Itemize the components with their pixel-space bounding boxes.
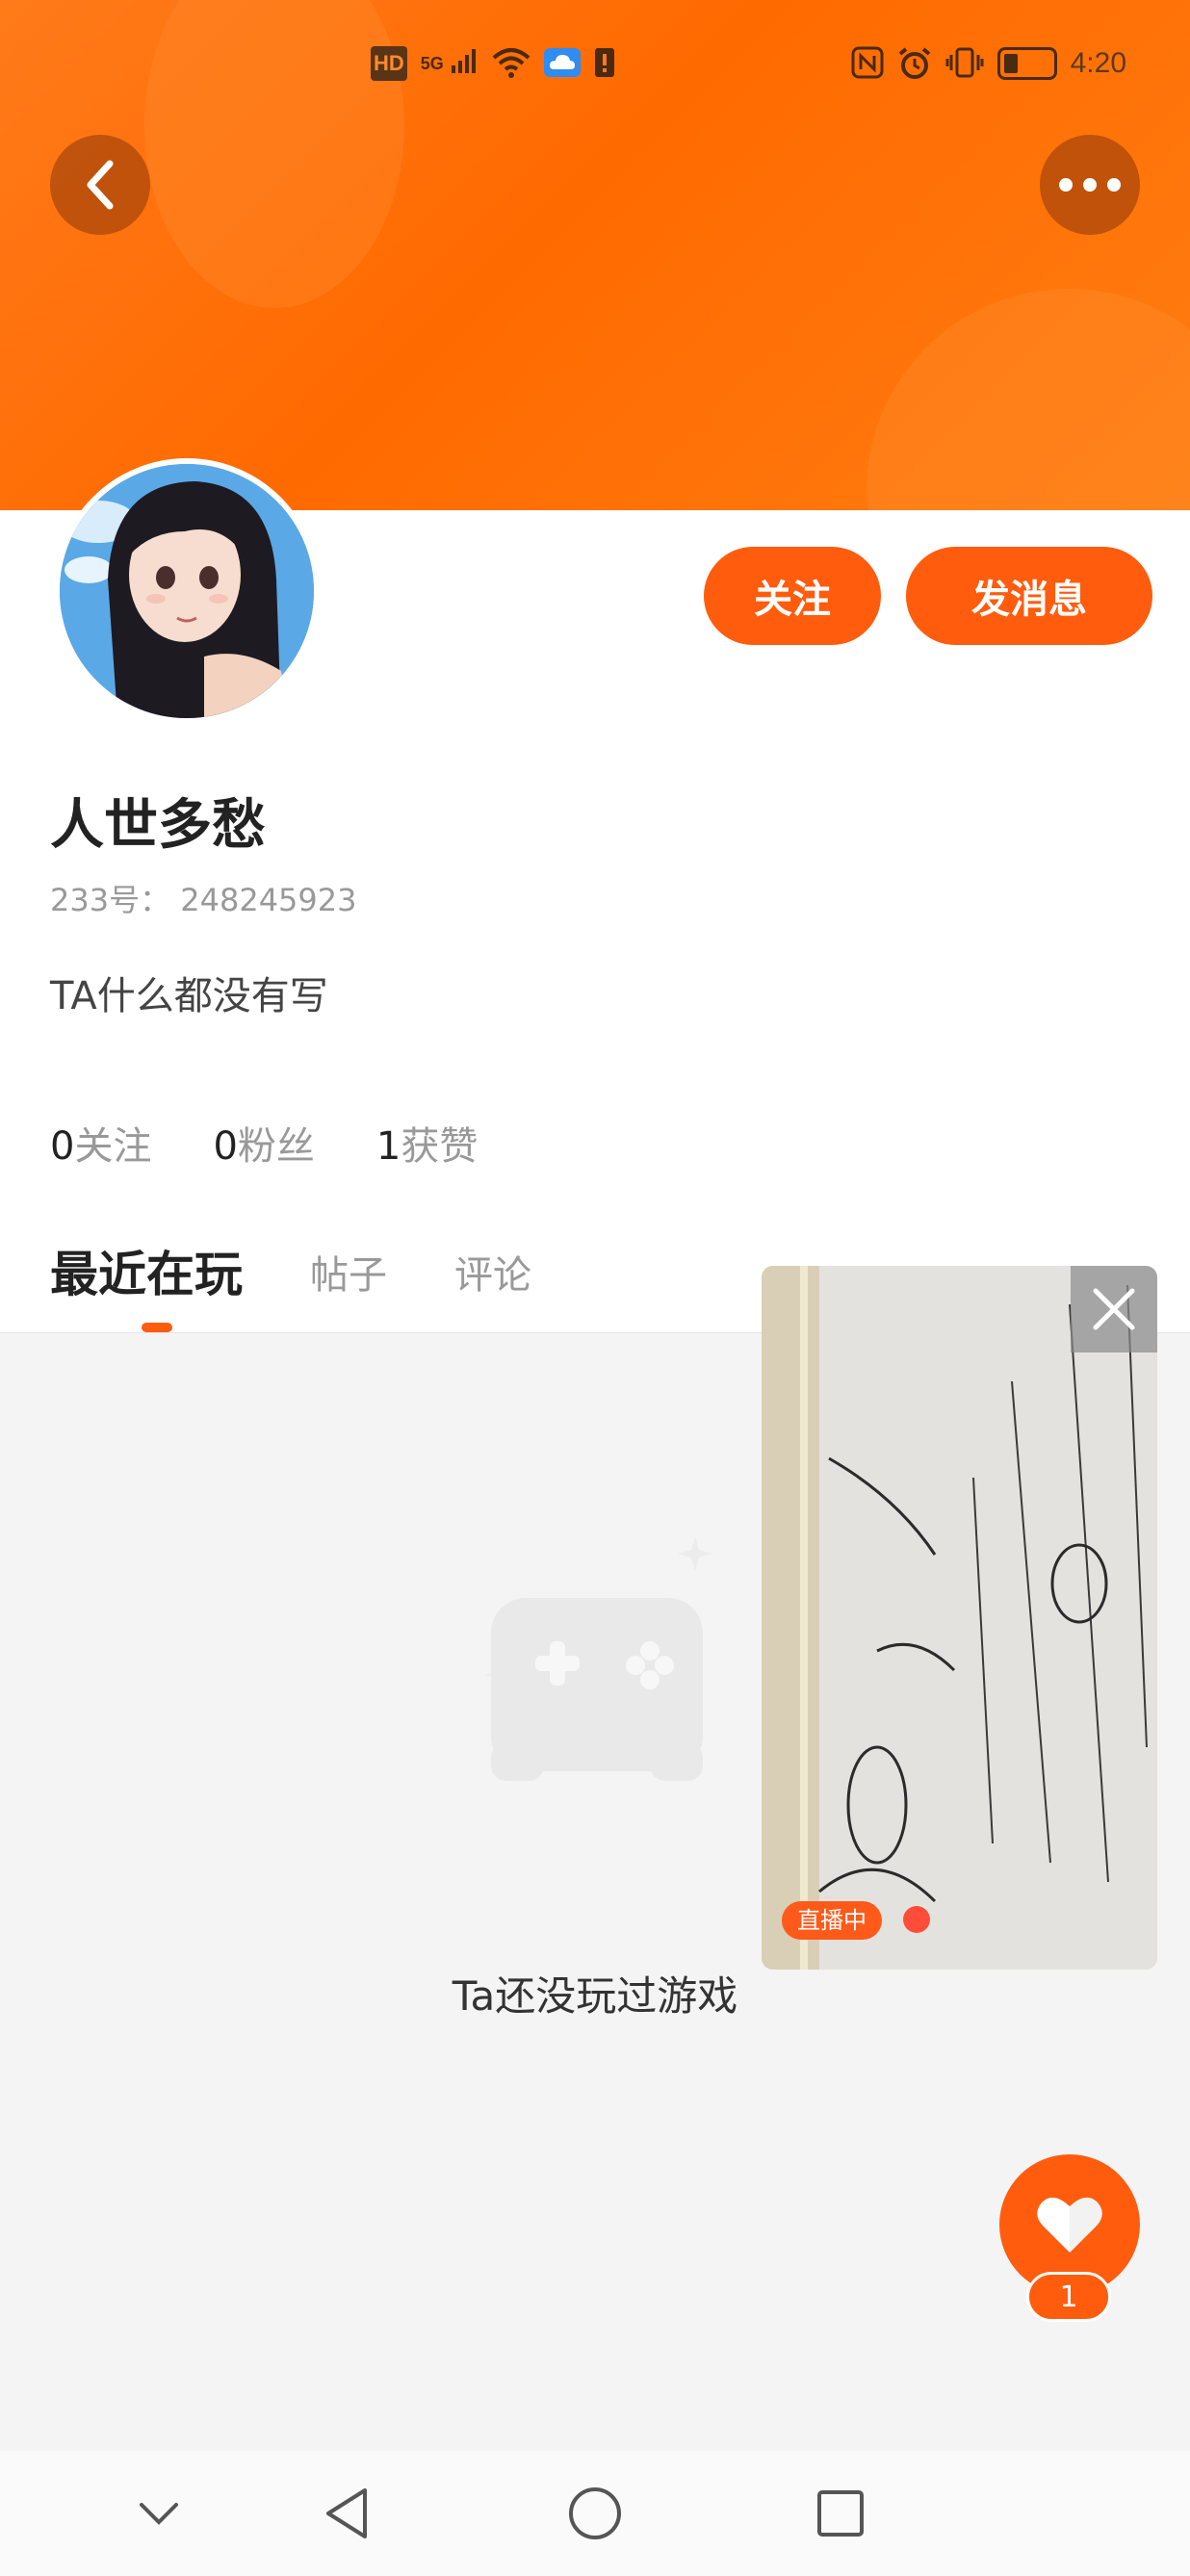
live-stream-window[interactable] <box>762 1266 1157 1970</box>
nfc-icon <box>851 46 884 81</box>
close-live-window-button[interactable] <box>1071 1266 1157 1352</box>
collapse-down-icon <box>140 2503 178 2525</box>
alarm-icon <box>897 46 932 81</box>
system-navigation-bar <box>0 2451 1190 2576</box>
stat-number: 0 <box>50 1124 75 1169</box>
profile-tabs: 最近在玩 帖子 评论 <box>50 1236 531 1305</box>
vibrate-icon <box>945 46 984 81</box>
system-recents-button[interactable] <box>783 2451 898 2576</box>
chevron-left-icon <box>87 160 114 210</box>
empty-state-text: Ta还没玩过游戏 <box>452 1972 738 2020</box>
stat-label: 粉丝 <box>237 1124 315 1169</box>
profile-stats: 0关注 0粉丝 1获赞 <box>50 1115 478 1171</box>
recent-square-icon <box>817 2490 864 2537</box>
status-time: 4:20 <box>1070 47 1126 79</box>
username: 人世多愁 <box>50 794 266 857</box>
back-button[interactable] <box>50 135 150 235</box>
close-icon <box>1093 1288 1135 1330</box>
stat-label: 关注 <box>74 1124 152 1169</box>
tab-comments[interactable]: 评论 <box>454 1244 531 1305</box>
like-count-badge: 1 <box>1026 2272 1111 2322</box>
user-bio: TA什么都没有写 <box>50 974 328 1018</box>
hd-icon: HD <box>371 46 407 81</box>
stat-likes[interactable]: 1获赞 <box>376 1115 478 1171</box>
tab-posts[interactable]: 帖子 <box>310 1244 387 1305</box>
wifi-icon <box>492 46 530 81</box>
cloud-icon <box>544 46 582 81</box>
battery-icon <box>996 47 1057 80</box>
gamepad-icon <box>481 1502 712 1790</box>
live-status-badge: 直播中 <box>782 1901 882 1940</box>
stat-following[interactable]: 0关注 <box>50 1115 151 1171</box>
system-back-button[interactable] <box>289 2451 404 2576</box>
home-circle-icon <box>569 2487 621 2539</box>
live-stream-video <box>762 1266 1157 1970</box>
5g-signal-icon: 5G <box>421 46 479 81</box>
status-bar: HD 5G 4:20 <box>0 39 1190 96</box>
user-id: 233号： 248245923 <box>50 882 357 918</box>
avatar[interactable] <box>54 458 320 724</box>
tab-active-indicator <box>142 1323 172 1332</box>
more-options-button[interactable] <box>1040 135 1140 235</box>
tab-recently-played[interactable]: 最近在玩 <box>50 1236 243 1305</box>
stat-fans[interactable]: 0粉丝 <box>213 1115 314 1171</box>
send-message-button[interactable]: 发消息 <box>906 547 1152 645</box>
more-horizontal-icon <box>1059 178 1121 192</box>
heart-icon <box>1037 2197 1102 2253</box>
back-triangle-icon <box>326 2488 367 2538</box>
live-indicator-dot <box>903 1906 930 1933</box>
avatar-illustration <box>60 464 314 718</box>
system-home-button[interactable] <box>537 2451 653 2576</box>
collapse-down-button[interactable] <box>101 2451 217 2576</box>
sim-alert-icon <box>594 46 615 81</box>
stat-label: 获赞 <box>401 1124 479 1169</box>
stat-number: 1 <box>375 1124 401 1169</box>
follow-button[interactable]: 关注 <box>704 547 881 645</box>
stat-number: 0 <box>213 1124 238 1169</box>
